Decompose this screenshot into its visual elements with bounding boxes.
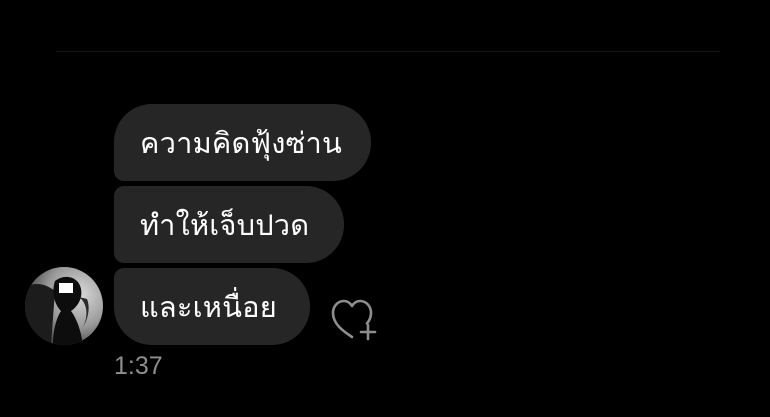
message-bubble[interactable]: และเหนื่อย bbox=[114, 268, 310, 345]
message-text: ความคิดฟุ้งซ่าน bbox=[140, 125, 342, 160]
message-timestamp: 1:37 bbox=[114, 352, 163, 380]
header-divider bbox=[56, 51, 720, 52]
avatar-photo bbox=[25, 267, 103, 345]
message-text: ทำให้เจ็บปวด bbox=[140, 207, 310, 242]
avatar[interactable] bbox=[25, 267, 103, 345]
message-bubble[interactable]: ความคิดฟุ้งซ่าน bbox=[114, 104, 371, 181]
message-text: และเหนื่อย bbox=[140, 289, 277, 324]
heart-plus-icon[interactable] bbox=[329, 297, 377, 341]
message-bubble[interactable]: ทำให้เจ็บปวด bbox=[114, 186, 344, 263]
